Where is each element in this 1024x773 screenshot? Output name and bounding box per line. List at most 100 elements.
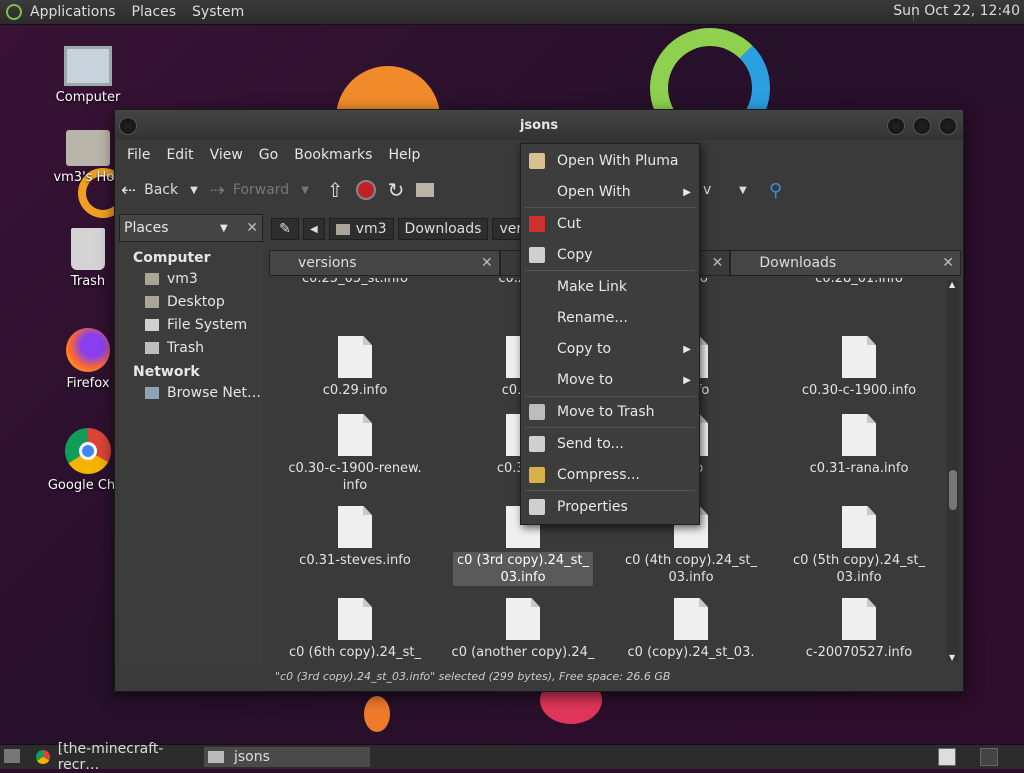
vertical-scrollbar[interactable]: ▲ ▼ (947, 280, 959, 662)
menu-view[interactable]: View (202, 147, 251, 163)
file-item[interactable]: c0.29.info (275, 336, 435, 399)
scissors-icon (529, 216, 545, 232)
home-icon[interactable] (410, 183, 440, 197)
applications-menu[interactable]: Applications (22, 4, 124, 20)
context-menu-item[interactable]: Properties (521, 492, 699, 522)
edit-location-icon[interactable]: ✎ (271, 218, 299, 240)
context-menu-item[interactable]: Move to ▶ (521, 365, 699, 395)
sidebar-item-filesystem[interactable]: File System (145, 316, 263, 333)
workspace-switcher[interactable] (938, 748, 956, 766)
stop-icon[interactable] (350, 180, 382, 200)
context-menu-item[interactable]: Copy (521, 240, 699, 270)
context-menu-label: Copy (557, 247, 593, 263)
menu-bookmarks[interactable]: Bookmarks (286, 147, 380, 163)
mate-menu-icon[interactable] (6, 4, 22, 20)
context-menu-item[interactable]: Send to... (521, 429, 699, 459)
taskbar-item-jsons[interactable]: jsons (204, 747, 370, 767)
scroll-up-icon[interactable]: ▲ (949, 280, 955, 289)
file-item[interactable]: c0.31-rana.info (779, 414, 939, 477)
close-button[interactable] (939, 117, 957, 135)
back-history-dropdown[interactable]: ▼ (184, 185, 204, 196)
breadcrumb-downloads[interactable]: Downloads (397, 218, 489, 240)
back-button[interactable]: ⇠ Back (115, 180, 184, 201)
breadcrumb-vm3[interactable]: vm3 (328, 218, 394, 240)
copy-icon (529, 247, 545, 263)
file-item[interactable]: c0 (6th copy).24_st_03.info (275, 598, 435, 662)
sidebar-close-icon[interactable]: ✕ (246, 220, 258, 236)
tab-versions[interactable]: versions ✕ (269, 250, 500, 276)
view-mode-partial[interactable]: v (697, 182, 717, 198)
file-label: c0 (4th copy).24_st_ 03.info (624, 553, 758, 585)
system-menu[interactable]: System (184, 4, 252, 20)
reload-icon[interactable]: ↻ (382, 178, 411, 202)
sidebar-dropdown-icon[interactable]: ▼ (220, 223, 228, 234)
home-folder-icon (145, 272, 159, 285)
context-menu-item[interactable]: Copy to ▶ (521, 334, 699, 364)
workspace-switcher-2[interactable] (980, 748, 998, 766)
tab-close-icon[interactable]: ✕ (481, 255, 493, 271)
taskbar-item-chrome[interactable]: [the-minecraft-recr… (36, 741, 202, 773)
sidebar-item-label: Desktop (167, 293, 225, 310)
tab-close-icon[interactable]: ✕ (942, 255, 954, 271)
tab-label: Downloads (759, 255, 837, 271)
properties-icon (529, 499, 545, 515)
sidebar-item-desktop[interactable]: Desktop (145, 293, 263, 310)
file-item[interactable]: c0 (5th copy).24_st_ 03.info (779, 506, 939, 586)
file-item[interactable]: c0.28_01.info (779, 278, 939, 287)
tab-close-icon[interactable]: ✕ (712, 255, 724, 271)
file-label: c0 (another copy).24_st_03.info (451, 645, 595, 660)
text-file-icon (338, 414, 372, 456)
menu-help[interactable]: Help (380, 147, 428, 163)
menu-edit[interactable]: Edit (158, 147, 201, 163)
scroll-down-icon[interactable]: ▼ (949, 653, 955, 662)
context-menu-item[interactable]: Rename... (521, 303, 699, 333)
show-desktop-icon[interactable] (4, 749, 20, 763)
menu-file[interactable]: File (119, 147, 158, 163)
path-left-arrow-icon[interactable]: ◀ (303, 218, 325, 240)
context-menu-item[interactable]: Make Link (521, 272, 699, 302)
minimize-button[interactable] (887, 117, 905, 135)
file-item[interactable]: c-20070527.info (779, 598, 939, 661)
file-item[interactable]: c0.25_05_st.info (275, 278, 435, 287)
firefox-icon (66, 328, 110, 372)
computer-icon (64, 46, 112, 86)
context-menu-item[interactable]: Open With Pluma (521, 146, 699, 176)
desktop-icon-computer[interactable]: Computer (38, 46, 138, 105)
file-label: c-20070527.info (805, 645, 913, 660)
search-icon[interactable]: ⚲ (763, 180, 788, 201)
sidebar-item-trash[interactable]: Trash (145, 339, 263, 356)
context-menu-label: Move to Trash (557, 404, 655, 420)
sidebar-header[interactable]: Places ▼ ✕ (119, 214, 263, 242)
menu-separator (525, 490, 695, 491)
sidebar-item-vm3[interactable]: vm3 (145, 270, 263, 287)
forward-button[interactable]: ⇢ Forward (204, 180, 295, 201)
context-menu-label: Make Link (557, 279, 627, 295)
context-menu-item[interactable]: Cut (521, 209, 699, 239)
file-item[interactable]: c0 (another copy).24_st_03.info (443, 598, 603, 662)
file-item[interactable]: c0 (copy).24_st_03.info (611, 598, 771, 662)
sidebar-item-label: Browse Net… (167, 384, 262, 401)
text-file-icon (338, 598, 372, 640)
view-mode-dropdown[interactable]: ▼ (733, 185, 753, 196)
window-titlebar[interactable]: jsons (115, 110, 963, 140)
tab-downloads[interactable]: Downloads ✕ (730, 250, 962, 276)
file-item[interactable]: c0.30-c-1900.info (779, 336, 939, 399)
file-label: c0 (3rd copy).24_st_ 03.info (452, 552, 594, 586)
menu-go[interactable]: Go (251, 147, 286, 163)
context-menu-item[interactable]: Move to Trash (521, 397, 699, 427)
text-file-icon (842, 506, 876, 548)
places-menu[interactable]: Places (124, 4, 185, 20)
file-item[interactable]: c0.30-c-1900-renew. info (275, 414, 435, 494)
context-menu-item[interactable]: Open With ▶ (521, 177, 699, 207)
forward-history-dropdown[interactable]: ▼ (295, 185, 315, 196)
clock[interactable]: Sun Oct 22, 12:40 (893, 3, 1020, 19)
file-label: c0.28_01.info (815, 278, 903, 286)
file-label: c0 (6th copy).24_st_03.info (288, 645, 422, 660)
sidebar-item-browse-network[interactable]: Browse Net… (145, 384, 263, 401)
maximize-button[interactable] (913, 117, 931, 135)
up-arrow-icon[interactable]: ⇧ (321, 178, 350, 202)
context-menu-item[interactable]: Compress... (521, 460, 699, 490)
file-item[interactable]: c0.31-steves.info (275, 506, 435, 569)
trash-icon (529, 404, 545, 420)
scrollbar-thumb[interactable] (949, 470, 957, 510)
